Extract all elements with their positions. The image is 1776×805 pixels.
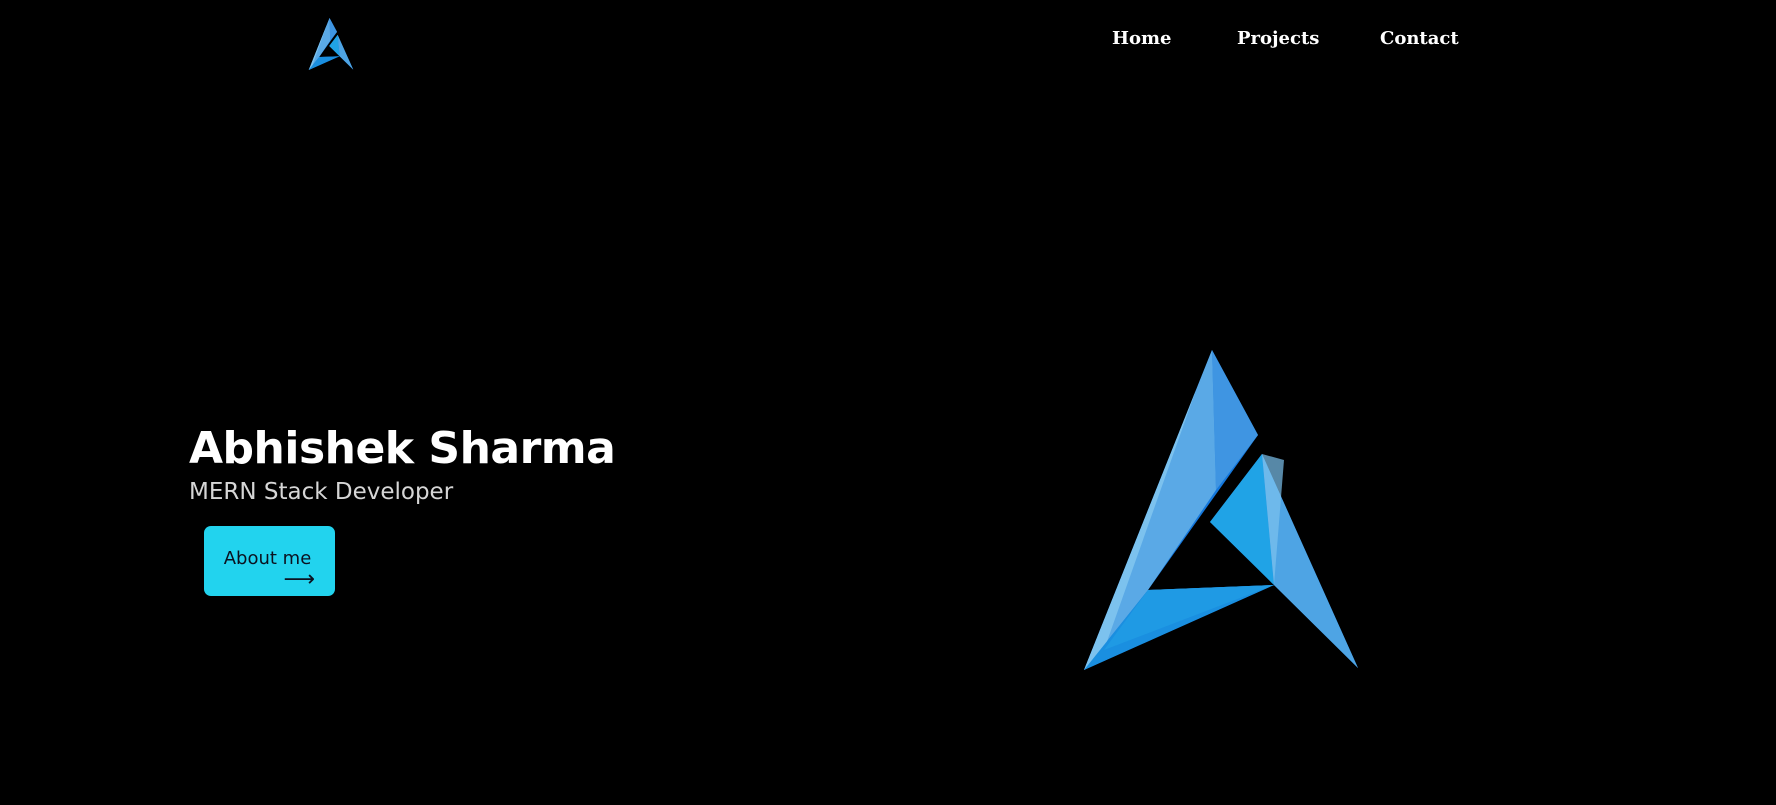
hero-name: Abhishek Sharma	[189, 423, 616, 474]
arrow-right-icon: ⟶	[283, 566, 315, 592]
nav-link-projects[interactable]: Projects	[1237, 28, 1319, 49]
hero-logo-svg	[1084, 350, 1358, 670]
nav-link-contact[interactable]: Contact	[1380, 28, 1459, 49]
about-me-button-label: About me	[223, 547, 312, 569]
about-me-button[interactable]: About me ⟶	[204, 526, 335, 596]
top-navbar: Home Projects Contact	[0, 0, 1776, 84]
hero-text: Abhishek Sharma MERN Stack Developer	[189, 420, 616, 506]
nav-link-home[interactable]: Home	[1112, 28, 1172, 49]
nav-links: Home Projects Contact	[0, 28, 1776, 54]
hero-role: MERN Stack Developer	[189, 479, 454, 505]
hero-logo-icon	[1084, 350, 1358, 670]
